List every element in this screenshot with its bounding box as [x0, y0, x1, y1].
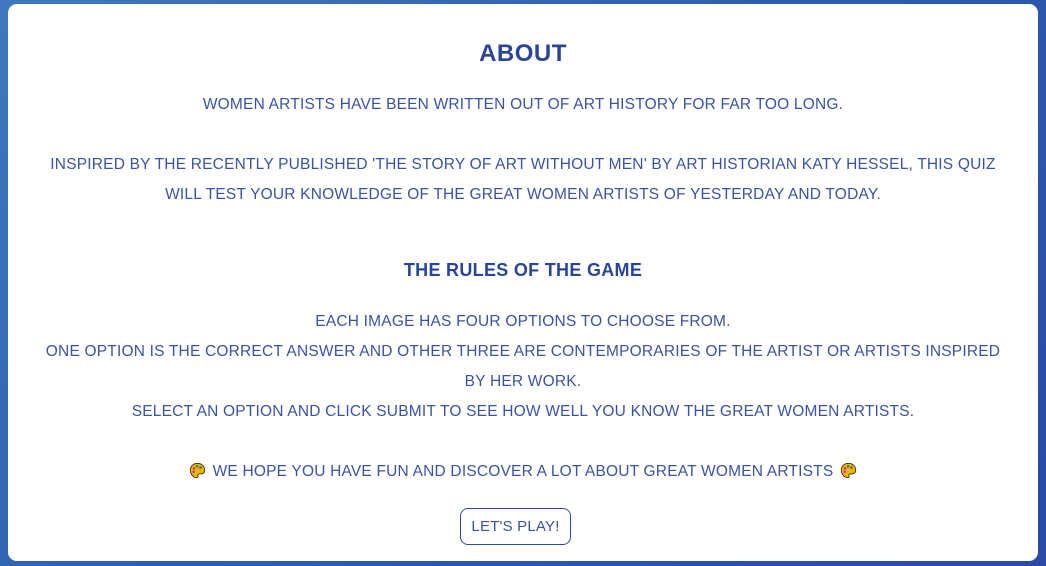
about-inspired-line-1: INSPIRED BY THE RECENTLY PUBLISHED 'THE …: [50, 156, 996, 173]
rules-title: THE RULES OF THE GAME: [403, 260, 643, 280]
rules-line-2b: BY HER WORK.: [464, 373, 582, 390]
artist-palette-icon: [840, 462, 857, 479]
closing-text: WE HOPE YOU HAVE FUN AND DISCOVER A LOT …: [212, 463, 834, 480]
about-intro-text: WOMEN ARTISTS HAVE BEEN WRITTEN OUT OF A…: [202, 96, 844, 113]
about-inspired-line-2: WILL TEST YOUR KNOWLEDGE OF THE GREAT WO…: [165, 186, 881, 203]
rules-line-3: SELECT AN OPTION AND CLICK SUBMIT TO SEE…: [131, 403, 915, 420]
about-title: ABOUT: [479, 40, 567, 67]
closing-message: WE HOPE YOU HAVE FUN AND DISCOVER A LOT …: [8, 457, 1038, 487]
lets-play-button[interactable]: LET'S PLAY!: [460, 508, 571, 545]
artist-palette-icon: [189, 462, 206, 479]
rules-line-2a: ONE OPTION IS THE CORRECT ANSWER AND OTH…: [45, 343, 1001, 360]
about-card: ABOUT WOMEN ARTISTS HAVE BEEN WRITTEN OU…: [8, 4, 1038, 561]
rules-line-1: EACH IMAGE HAS FOUR OPTIONS TO CHOOSE FR…: [315, 313, 731, 330]
